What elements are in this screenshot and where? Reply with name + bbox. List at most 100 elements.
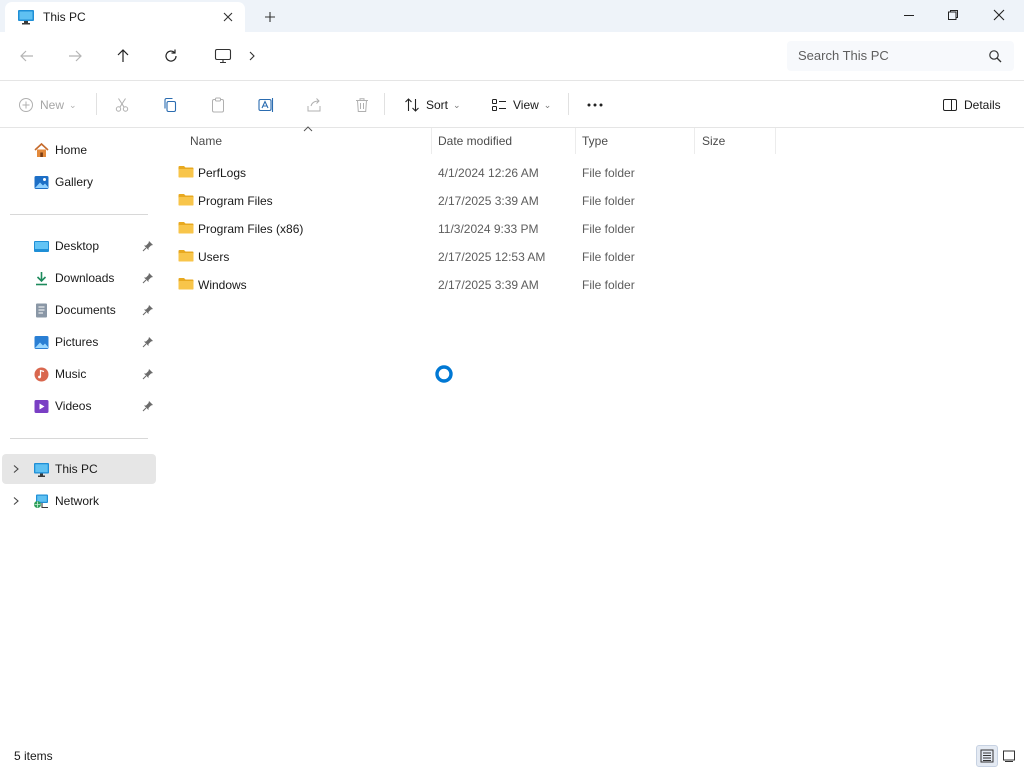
pin-icon[interactable] bbox=[142, 336, 154, 348]
rename-button[interactable] bbox=[258, 93, 274, 117]
chevron-right-icon[interactable] bbox=[11, 495, 21, 507]
pin-icon[interactable] bbox=[142, 304, 154, 316]
address-bar[interactable] bbox=[202, 41, 777, 71]
file-type: File folder bbox=[582, 250, 635, 264]
file-name: Program Files (x86) bbox=[198, 222, 304, 236]
documents-icon bbox=[36, 303, 47, 318]
search-input[interactable]: Search This PC bbox=[787, 41, 1014, 71]
cut-button[interactable] bbox=[114, 93, 130, 117]
chevron-right-icon[interactable] bbox=[246, 49, 258, 63]
close-window-button[interactable] bbox=[976, 0, 1022, 30]
column-header-name[interactable]: Name bbox=[183, 128, 432, 154]
new-button[interactable]: New ⌄ bbox=[18, 93, 77, 117]
back-button[interactable] bbox=[15, 44, 39, 68]
tab-close-button[interactable] bbox=[219, 8, 237, 26]
divider bbox=[10, 438, 148, 439]
file-type: File folder bbox=[582, 194, 635, 208]
details-view-button[interactable] bbox=[976, 745, 998, 767]
sidebar-item-music[interactable]: Music bbox=[2, 359, 156, 389]
sidebar-item-label: Documents bbox=[55, 303, 116, 317]
forward-button[interactable] bbox=[63, 44, 87, 68]
pin-icon[interactable] bbox=[142, 272, 154, 284]
sort-button[interactable]: Sort ⌄ bbox=[404, 93, 461, 117]
file-name: Program Files bbox=[198, 194, 273, 208]
file-name: PerfLogs bbox=[198, 166, 247, 180]
sidebar-item-label: Network bbox=[55, 494, 100, 508]
up-button[interactable] bbox=[111, 44, 135, 68]
sidebar-item-downloads[interactable]: Downloads bbox=[2, 263, 156, 293]
share-button[interactable] bbox=[306, 93, 322, 117]
tab-title: This PC bbox=[43, 10, 86, 24]
share-icon bbox=[307, 98, 321, 112]
refresh-icon bbox=[165, 49, 177, 62]
divider bbox=[96, 93, 97, 115]
date-modified: 2/17/2025 3:39 AM bbox=[438, 278, 539, 292]
title-bar: This PC bbox=[0, 0, 1024, 32]
close-icon bbox=[223, 12, 233, 22]
loading-spinner-icon bbox=[435, 365, 453, 383]
column-header-date-modified[interactable]: Date modified bbox=[431, 128, 576, 154]
search-icon bbox=[989, 50, 1002, 63]
sidebar-item-this-pc[interactable]: This PC bbox=[2, 454, 156, 484]
plus-circle-icon bbox=[19, 98, 33, 112]
sidebar-item-videos[interactable]: Videos bbox=[2, 391, 156, 421]
more-icon bbox=[587, 103, 603, 107]
pictures-icon bbox=[34, 336, 49, 349]
view-label: View bbox=[513, 98, 539, 112]
folder-icon bbox=[178, 222, 194, 234]
arrow-right-icon bbox=[69, 50, 82, 62]
sidebar-item-documents[interactable]: Documents bbox=[2, 295, 156, 325]
column-header-size[interactable]: Size bbox=[695, 128, 776, 154]
table-row[interactable]: Program Files (x86) 11/3/2024 9:33 PM Fi… bbox=[172, 214, 792, 242]
folder-icon bbox=[178, 194, 194, 206]
file-type: File folder bbox=[582, 222, 635, 236]
sidebar-item-home[interactable]: Home bbox=[2, 135, 156, 165]
chevron-down-icon: ⌄ bbox=[453, 99, 461, 110]
more-options-button[interactable] bbox=[586, 93, 604, 117]
view-button[interactable]: View ⌄ bbox=[491, 93, 551, 117]
sidebar-item-label: Pictures bbox=[55, 335, 99, 349]
sidebar-item-label: Home bbox=[55, 143, 88, 157]
folder-icon bbox=[178, 250, 194, 262]
pin-icon[interactable] bbox=[142, 240, 154, 252]
chevron-right-icon[interactable] bbox=[11, 463, 21, 475]
new-tab-button[interactable] bbox=[260, 7, 280, 27]
divider bbox=[384, 93, 385, 115]
new-label: New bbox=[40, 98, 65, 112]
maximize-button[interactable] bbox=[930, 0, 976, 30]
table-row[interactable]: Windows 2/17/2025 3:39 AM File folder bbox=[172, 270, 792, 298]
paste-button[interactable] bbox=[210, 93, 226, 117]
details-button[interactable]: Details bbox=[942, 93, 1001, 117]
navigation-pane: Home Gallery Desktop Downloads Documents… bbox=[0, 128, 157, 740]
sidebar-item-gallery[interactable]: Gallery bbox=[2, 167, 156, 197]
sidebar-item-network[interactable]: Network bbox=[2, 486, 156, 516]
column-header-type[interactable]: Type bbox=[575, 128, 695, 154]
delete-button[interactable] bbox=[354, 93, 370, 117]
sidebar-item-pictures[interactable]: Pictures bbox=[2, 327, 156, 357]
table-row[interactable]: Program Files 2/17/2025 3:39 AM File fol… bbox=[172, 186, 792, 214]
file-type: File folder bbox=[582, 166, 635, 180]
pin-icon[interactable] bbox=[142, 368, 154, 380]
computer-icon bbox=[34, 463, 49, 477]
tiles-view-button[interactable] bbox=[998, 745, 1020, 767]
divider bbox=[10, 214, 148, 215]
sidebar-item-label: This PC bbox=[55, 462, 98, 476]
tiles-view-icon bbox=[1003, 750, 1015, 762]
scissors-icon bbox=[115, 98, 129, 112]
refresh-button[interactable] bbox=[159, 44, 183, 68]
monitor-icon bbox=[214, 48, 232, 64]
gallery-icon bbox=[34, 176, 49, 189]
sidebar-item-desktop[interactable]: Desktop bbox=[2, 231, 156, 261]
pin-icon[interactable] bbox=[142, 400, 154, 412]
item-count: 5 items bbox=[14, 749, 53, 763]
copy-button[interactable] bbox=[162, 93, 178, 117]
tab-this-pc[interactable]: This PC bbox=[5, 2, 245, 32]
sidebar-item-label: Gallery bbox=[55, 175, 94, 189]
view-icon bbox=[492, 99, 506, 111]
minimize-button[interactable] bbox=[886, 0, 932, 30]
sidebar-item-label: Videos bbox=[55, 399, 92, 413]
table-row[interactable]: Users 2/17/2025 12:53 AM File folder bbox=[172, 242, 792, 270]
table-row[interactable]: PerfLogs 4/1/2024 12:26 AM File folder bbox=[172, 158, 792, 186]
arrow-up-icon bbox=[117, 49, 129, 62]
file-name: Windows bbox=[198, 278, 247, 292]
